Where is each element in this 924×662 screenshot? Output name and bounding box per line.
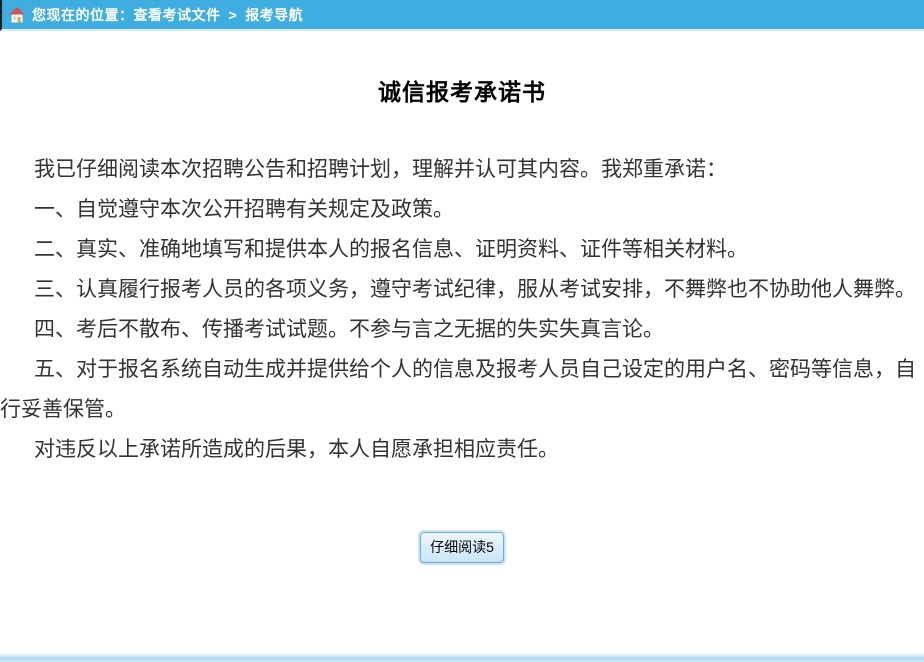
breadcrumb-label: 您现在的位置： <box>32 5 134 25</box>
commitment-document: 诚信报考承诺书 我已仔细阅读本次招聘公告和招聘计划，理解并认可其内容。我郑重承诺… <box>0 78 924 563</box>
clause-2: 二、真实、准确地填写和提供本人的报名信息、证明资料、证件等相关材料。 <box>0 230 924 270</box>
clause-1: 一、自觉遵守本次公开招聘有关规定及政策。 <box>0 190 924 230</box>
clause-4: 四、考后不散布、传播考试试题。不参与言之无据的失实失真言论。 <box>0 310 924 350</box>
button-row: 仔细阅读5 <box>0 532 924 563</box>
clause-5: 五、对于报名系统自动生成并提供给个人的信息及报考人员自己设定的用户名、密码等信息… <box>0 350 924 430</box>
bottom-bar <box>0 654 924 662</box>
home-icon <box>9 7 25 23</box>
page-title: 诚信报考承诺书 <box>0 78 924 106</box>
breadcrumb-separator: > <box>229 7 238 23</box>
document-body: 我已仔细阅读本次招聘公告和招聘计划，理解并认可其内容。我郑重承诺： 一、自觉遵守… <box>0 150 924 470</box>
paragraph-closing: 对违反以上承诺所造成的后果，本人自愿承担相应责任。 <box>0 430 924 470</box>
paragraph-intro: 我已仔细阅读本次招聘公告和招聘计划，理解并认可其内容。我郑重承诺： <box>0 150 924 190</box>
clause-3: 三、认真履行报考人员的各项义务，遵守考试纪律，服从考试安排，不舞弊也不协助他人舞… <box>0 270 924 310</box>
breadcrumb-item-exam-files[interactable]: 查看考试文件 <box>134 5 221 25</box>
breadcrumb-bar: 您现在的位置： 查看考试文件 > 报考导航 <box>0 0 924 31</box>
breadcrumb-item-registration-nav[interactable]: 报考导航 <box>245 5 303 25</box>
read-carefully-countdown-button[interactable]: 仔细阅读5 <box>420 532 504 563</box>
